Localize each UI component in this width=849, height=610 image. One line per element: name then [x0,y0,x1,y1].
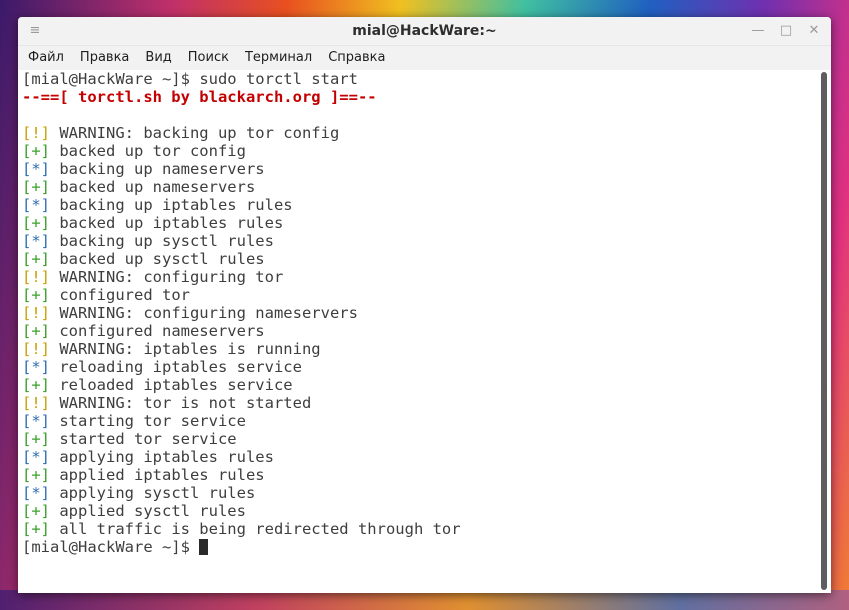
output-line: [!] WARNING: configuring nameservers [22,304,817,322]
output-text: applying sysctl rules [50,484,256,502]
menu-view[interactable]: Вид [137,46,179,70]
scrollbar[interactable] [817,70,831,593]
output-text: WARNING: backing up tor config [50,124,340,142]
desktop-wallpaper [0,590,849,610]
status-symbol-ok: [+] [22,214,50,232]
output-text: backing up nameservers [50,160,265,178]
menu-help[interactable]: Справка [320,46,393,70]
output-line: [*] backing up iptables rules [22,196,817,214]
prompt: [mial@HackWare ~]$ [22,70,200,88]
status-symbol-ok: [+] [22,376,50,394]
output-text: starting tor service [50,412,246,430]
output-line: [+] all traffic is being redirected thro… [22,520,817,538]
status-symbol-info: [*] [22,196,50,214]
output-text: reloading iptables service [50,358,302,376]
output-line: [+] reloaded iptables service [22,376,817,394]
final-prompt: [mial@HackWare ~]$ [22,538,200,556]
status-symbol-warn: [!] [22,304,50,322]
output-line: [+] configured nameservers [22,322,817,340]
output-text: started tor service [50,430,237,448]
output-line: [+] applied iptables rules [22,466,817,484]
final-prompt-line: [mial@HackWare ~]$ [22,538,817,556]
output-text: backed up iptables rules [50,214,284,232]
status-symbol-ok: [+] [22,520,50,538]
status-symbol-warn: [!] [22,124,50,142]
output-text: applied iptables rules [50,466,265,484]
output-text: backed up sysctl rules [50,250,265,268]
output-text: applying iptables rules [50,448,274,466]
output-line: [+] started tor service [22,430,817,448]
status-symbol-info: [*] [22,160,50,178]
status-symbol-ok: [+] [22,430,50,448]
output-line: [!] WARNING: configuring tor [22,268,817,286]
status-symbol-info: [*] [22,232,50,250]
output-text: backing up sysctl rules [50,232,274,250]
output-line: [*] starting tor service [22,412,817,430]
output-line: [!] WARNING: tor is not started [22,394,817,412]
command-text: sudo torctl start [199,70,358,88]
menu-edit[interactable]: Правка [72,46,137,70]
command-line: [mial@HackWare ~]$ sudo torctl start [22,70,817,88]
status-symbol-info: [*] [22,412,50,430]
title-bar[interactable]: ≡ mial@HackWare:~ — □ ✕ [18,17,831,46]
status-symbol-ok: [+] [22,286,50,304]
menu-bar: Файл Правка Вид Поиск Терминал Справка [18,46,831,71]
output-text: all traffic is being redirected through … [50,520,461,538]
status-symbol-ok: [+] [22,178,50,196]
output-line: [+] backed up sysctl rules [22,250,817,268]
output-text: WARNING: tor is not started [50,394,312,412]
output-line: [+] configured tor [22,286,817,304]
output-text: backed up nameservers [50,178,256,196]
output-line: [*] backing up nameservers [22,160,817,178]
terminal-window: ≡ mial@HackWare:~ — □ ✕ Файл Правка Вид … [18,17,831,593]
output-line: [+] backed up iptables rules [22,214,817,232]
output-line: [*] applying sysctl rules [22,484,817,502]
menu-terminal[interactable]: Терминал [237,46,320,70]
output-line: [!] WARNING: backing up tor config [22,124,817,142]
output-line: [+] applied sysctl rules [22,502,817,520]
scrollbar-thumb[interactable] [821,72,827,590]
status-symbol-info: [*] [22,484,50,502]
window-title: mial@HackWare:~ [352,23,497,39]
output-line: [!] WARNING: iptables is running [22,340,817,358]
status-symbol-warn: [!] [22,268,50,286]
terminal-output[interactable]: [mial@HackWare ~]$ sudo torctl start --=… [18,70,817,593]
output-text: reloaded iptables service [50,376,293,394]
output-line: [*] backing up sysctl rules [22,232,817,250]
output-text: WARNING: configuring nameservers [50,304,358,322]
output-line: [*] reloading iptables service [22,358,817,376]
output-text: applied sysctl rules [50,502,246,520]
output-text: configured tor [50,286,190,304]
close-button[interactable]: ✕ [801,17,827,45]
text-cursor [199,539,209,555]
output-line: [*] applying iptables rules [22,448,817,466]
status-symbol-ok: [+] [22,322,50,340]
status-symbol-info: [*] [22,358,50,376]
status-symbol-ok: [+] [22,142,50,160]
status-symbol-warn: [!] [22,394,50,412]
output-text: WARNING: configuring tor [50,268,284,286]
status-symbol-info: [*] [22,448,50,466]
menu-search[interactable]: Поиск [180,46,237,70]
minimize-button[interactable]: — [745,17,771,45]
output-line: [+] backed up nameservers [22,178,817,196]
output-text: configured nameservers [50,322,265,340]
output-text: backing up iptables rules [50,196,293,214]
maximize-button[interactable]: □ [773,17,799,45]
status-symbol-warn: [!] [22,340,50,358]
status-symbol-ok: [+] [22,250,50,268]
status-symbol-ok: [+] [22,502,50,520]
torctl-banner: --==[ torctl.sh by blackarch.org ]==-- [22,88,377,106]
output-text: backed up tor config [50,142,246,160]
menu-file[interactable]: Файл [20,46,72,70]
output-text: WARNING: iptables is running [50,340,321,358]
output-line: [+] backed up tor config [22,142,817,160]
status-symbol-ok: [+] [22,466,50,484]
